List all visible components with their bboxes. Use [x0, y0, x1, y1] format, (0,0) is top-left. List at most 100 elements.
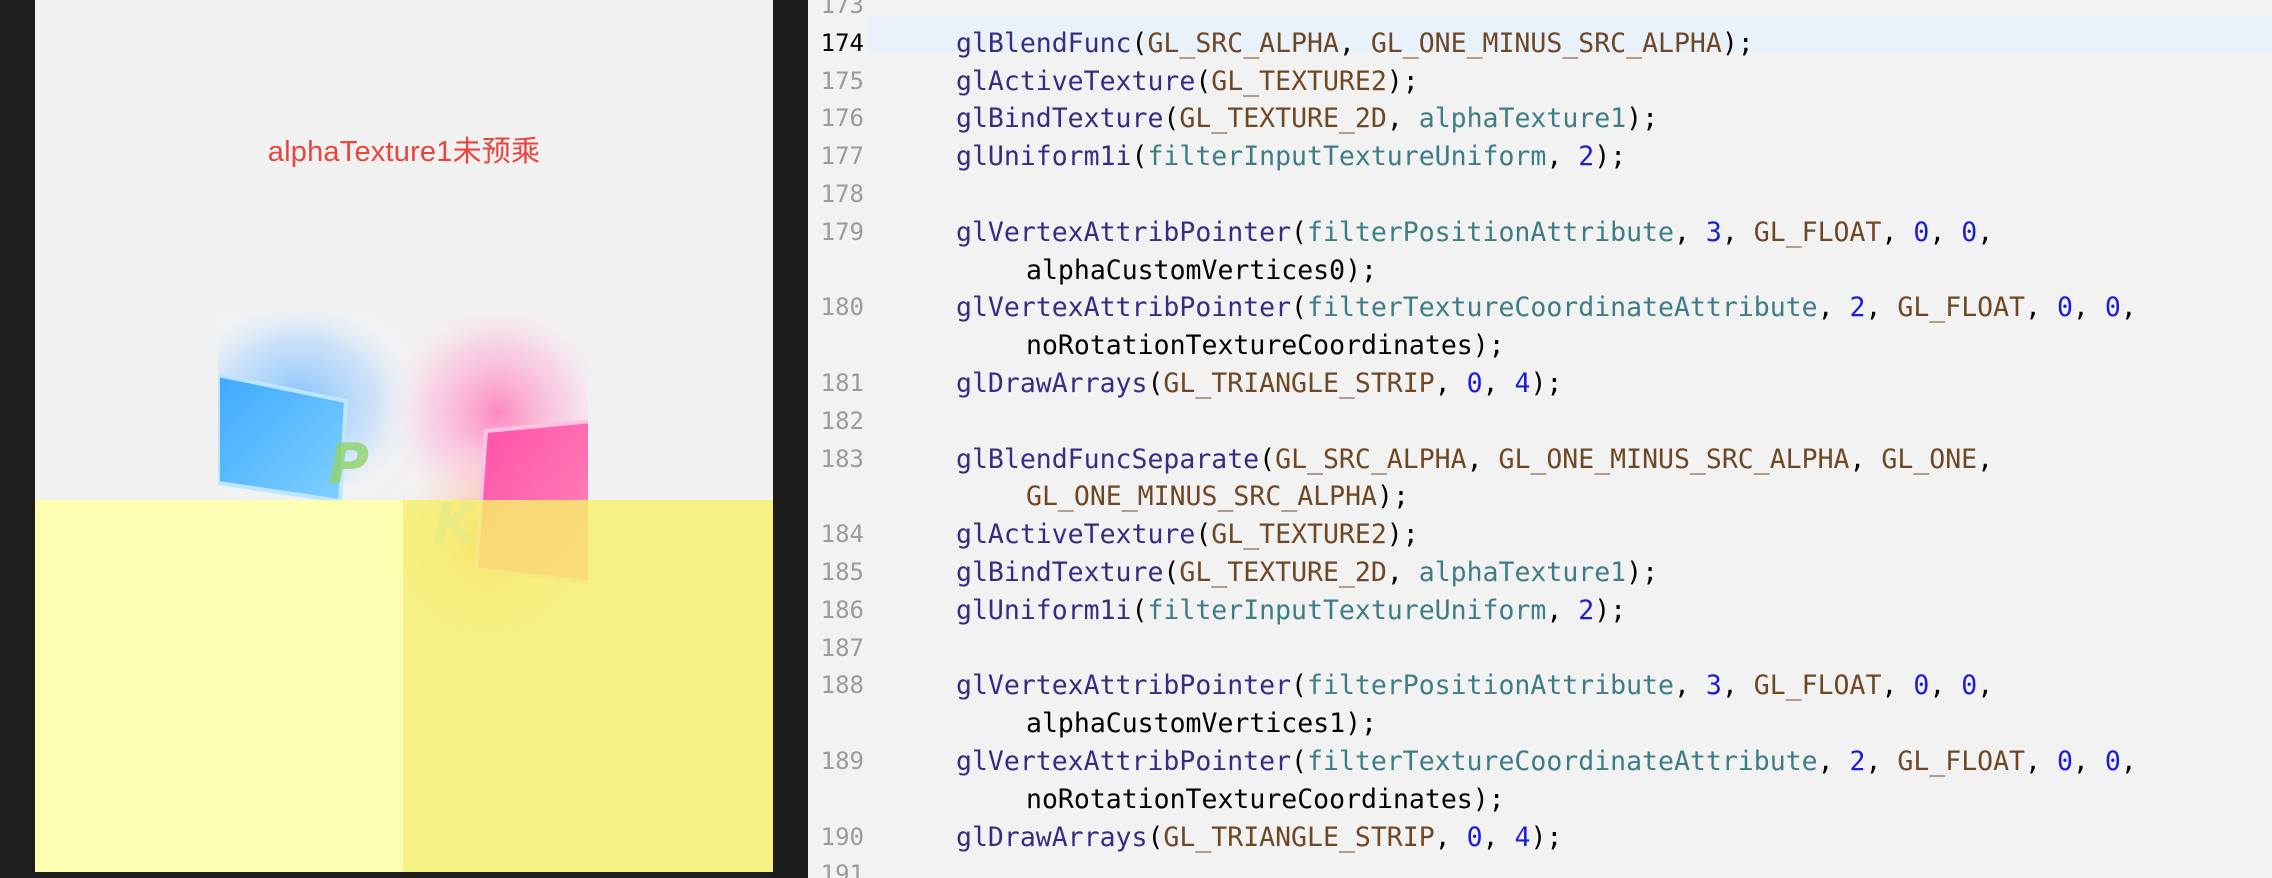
- code-token: ,: [1673, 670, 1706, 702]
- code-token: noRotationTextureCoordinates);: [1026, 330, 1505, 362]
- code-token: 0: [1961, 216, 1978, 248]
- code-text: noRotationTextureCoordinates);: [1026, 327, 1505, 365]
- code-token: 0: [2104, 746, 2121, 777]
- code-text: glDrawArrays(GL_TRIANGLE_STRIP, 0, 4);: [956, 819, 1562, 857]
- code-token: ,: [1546, 141, 1579, 173]
- code-token: filterPositionAttribute: [1307, 670, 1674, 702]
- code-token: ,: [1482, 821, 1515, 853]
- line-number: 191: [820, 860, 864, 878]
- line-number: 174: [820, 28, 864, 57]
- code-token: 4: [1514, 821, 1531, 853]
- code-text: glVertexAttribPointer(filterTextureCoord…: [956, 289, 2137, 327]
- texture-caption: alphaTexture1未预乘: [267, 136, 541, 168]
- line-number: 173: [820, 0, 864, 19]
- code-token: ,: [1865, 746, 1898, 777]
- code-token: GL_TEXTURE2: [1211, 65, 1387, 97]
- code-token: );: [1594, 594, 1627, 626]
- code-token: );: [1721, 27, 1754, 59]
- code-token: GL_TRIANGLE_STRIP: [1163, 821, 1435, 853]
- line-number: 190: [820, 822, 864, 851]
- code-token: 2: [1578, 594, 1595, 626]
- code-token: ,: [1881, 670, 1914, 702]
- code-token: filterInputTextureUniform: [1147, 141, 1547, 173]
- code-token: GL_TRIANGLE_STRIP: [1163, 368, 1435, 399]
- code-token: 0: [1961, 670, 1978, 702]
- code-token: glBlendFuncSeparate: [956, 443, 1260, 475]
- line-number: 188: [820, 671, 864, 700]
- code-token: ,: [1849, 443, 1882, 475]
- code-token: glDrawArrays: [956, 368, 1148, 399]
- code-text: glBlendFuncSeparate(GL_SRC_ALPHA, GL_ONE…: [956, 441, 1993, 479]
- line-number: 175: [820, 66, 864, 95]
- code-text: noRotationTextureCoordinates);: [1026, 781, 1505, 819]
- code-token: (: [1291, 746, 1308, 777]
- code-token: glVertexAttribPointer: [956, 746, 1292, 777]
- line-number: 186: [820, 595, 864, 624]
- code-token: (: [1131, 594, 1148, 626]
- line-number: 176: [820, 104, 864, 133]
- code-token: ,: [1817, 292, 1850, 324]
- code-token: ,: [1929, 216, 1962, 248]
- code-token: GL_SRC_ALPHA: [1147, 27, 1339, 59]
- line-number: 177: [820, 142, 864, 171]
- yellow-overlay-left: [35, 500, 403, 872]
- code-token: GL_TEXTURE2: [1211, 519, 1387, 551]
- code-token: glUniform1i: [956, 594, 1132, 626]
- letter-p: P: [328, 432, 369, 497]
- code-token: GL_ONE: [1881, 443, 1978, 475]
- code-text: glVertexAttribPointer(filterPositionAttr…: [956, 214, 1993, 252]
- code-token: ,: [2120, 746, 2137, 777]
- code-token: GL_TEXTURE_2D: [1179, 557, 1387, 588]
- code-token: ,: [2025, 746, 2057, 777]
- code-token: glBlendFunc: [956, 27, 1132, 59]
- code-token: GL_FLOAT: [1897, 746, 2026, 777]
- code-token: 0: [2056, 746, 2073, 777]
- code-token: noRotationTextureCoordinates);: [1026, 783, 1505, 815]
- code-token: (: [1259, 443, 1276, 475]
- code-token: glVertexAttribPointer: [956, 292, 1292, 324]
- code-token: ,: [1881, 216, 1914, 248]
- code-token: (: [1195, 65, 1212, 97]
- code-token: glActiveTexture: [956, 519, 1196, 551]
- code-token: );: [1530, 368, 1563, 399]
- code-token: );: [1377, 481, 1409, 513]
- code-text: glUniform1i(filterInputTextureUniform, 2…: [956, 138, 1626, 176]
- code-text: GL_ONE_MINUS_SRC_ALPHA);: [1026, 478, 1409, 516]
- code-text: glBindTexture(GL_TEXTURE_2D, alphaTextur…: [956, 554, 1658, 592]
- code-token: (: [1291, 216, 1308, 248]
- code-token: );: [1626, 557, 1659, 588]
- code-text: glBindTexture(GL_TEXTURE_2D, alphaTextur…: [956, 100, 1658, 138]
- code-token: alphaTexture1: [1418, 103, 1627, 135]
- code-token: (: [1195, 519, 1212, 551]
- code-token: ,: [1466, 443, 1499, 475]
- code-token: glActiveTexture: [956, 65, 1196, 97]
- code-text: glBlendFunc(GL_SRC_ALPHA, GL_ONE_MINUS_S…: [956, 25, 1754, 63]
- code-token: ,: [1386, 103, 1419, 135]
- code-token: (: [1147, 821, 1164, 853]
- code-token: ,: [1338, 27, 1371, 59]
- line-number: 182: [820, 406, 864, 435]
- code-text: glDrawArrays(GL_TRIANGLE_STRIP, 0, 4);: [956, 365, 1562, 403]
- code-token: 3: [1705, 216, 1722, 248]
- code-token: ,: [1817, 746, 1850, 777]
- code-token: filterTextureCoordinateAttribute: [1307, 292, 1818, 324]
- code-token: glDrawArrays: [956, 821, 1148, 853]
- code-token: 2: [1849, 292, 1866, 324]
- code-token: 3: [1705, 670, 1722, 702]
- line-number: 189: [820, 747, 864, 775]
- code-token: ,: [1929, 670, 1962, 702]
- code-token: ,: [2072, 746, 2105, 777]
- code-token: ,: [1673, 216, 1706, 248]
- code-text: glVertexAttribPointer(filterPositionAttr…: [956, 667, 1993, 705]
- line-number: 185: [820, 558, 864, 586]
- code-token: glUniform1i: [956, 141, 1132, 173]
- code-token: 0: [1466, 821, 1483, 853]
- code-token: filterInputTextureUniform: [1147, 594, 1547, 626]
- code-text: glVertexAttribPointer(filterTextureCoord…: [956, 743, 2137, 781]
- code-token: 0: [1913, 216, 1930, 248]
- code-token: 2: [1849, 746, 1866, 777]
- code-token: );: [1594, 141, 1627, 173]
- code-editor[interactable]: 173 174 glBlendFunc(GL_SRC_ALPHA, GL_ONE_M…: [808, 0, 2272, 878]
- code-token: ,: [1865, 292, 1898, 324]
- line-number: 187: [820, 633, 864, 662]
